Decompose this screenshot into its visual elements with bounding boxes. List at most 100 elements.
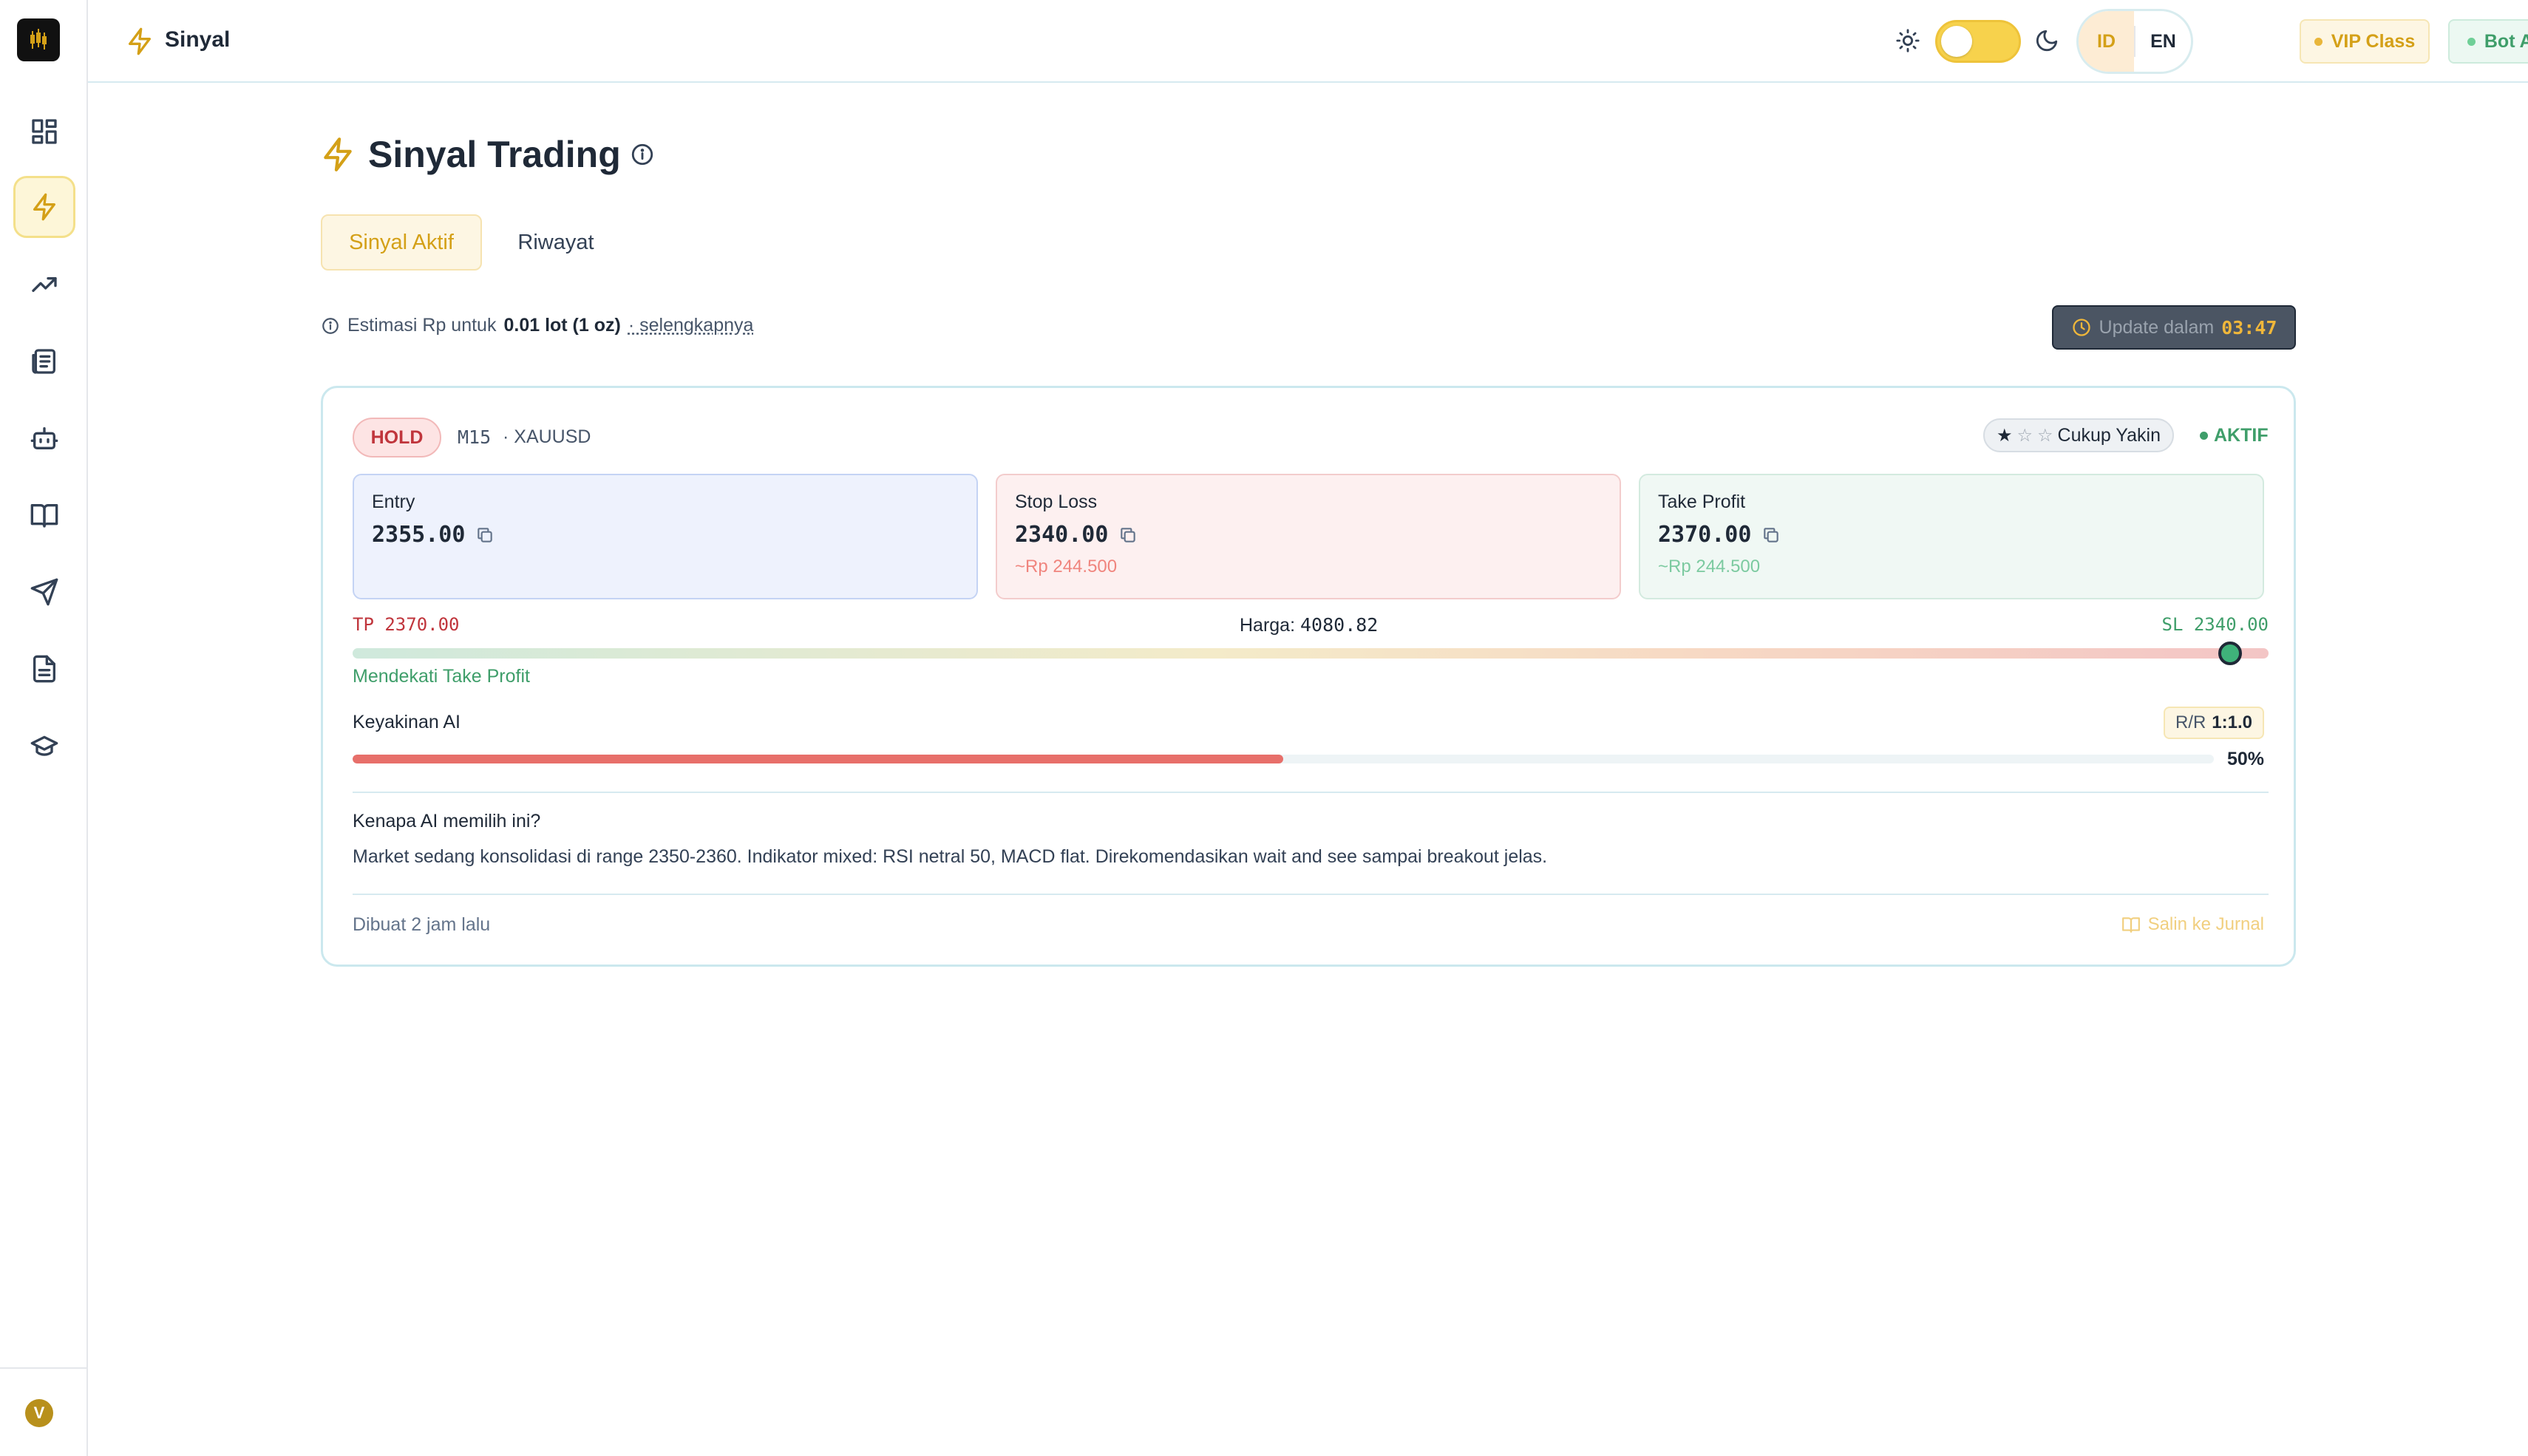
book-icon (30, 500, 59, 530)
bolt-icon (125, 27, 154, 56)
estimate-prefix: Estimasi Rp untuk (347, 315, 496, 336)
moon-icon (2034, 28, 2059, 53)
sidebar-item-journal[interactable] (13, 638, 75, 700)
dashboard-icon (30, 117, 59, 146)
info-icon (321, 316, 340, 336)
tab-active-signals[interactable]: Sinyal Aktif (321, 214, 482, 271)
rr-value: 1:1.0 (2212, 712, 2252, 733)
range-status: Mendekati Take Profit (353, 666, 530, 687)
signal-card: HOLD M15 · XAUUSD ★ ☆ ☆ Cukup Yakin AKTI… (321, 386, 2296, 967)
signal-status: AKTIF (2200, 425, 2269, 446)
sidebar-item-telegram[interactable] (13, 561, 75, 623)
bot-icon (30, 423, 59, 453)
vip-class-badge[interactable]: VIP Class (2300, 19, 2430, 64)
signal-action-badge: HOLD (353, 418, 441, 457)
sidebar: V (0, 0, 88, 1456)
lang-option-en[interactable]: EN (2135, 11, 2191, 72)
candlestick-logo-icon (24, 25, 53, 55)
take-profit-box: Take Profit 2370.00 ~Rp 244.500 (1639, 474, 2264, 599)
bolt-icon (30, 192, 59, 222)
trending-up-icon (30, 270, 59, 299)
bolt-icon (319, 136, 356, 173)
document-icon (30, 654, 59, 684)
copy-to-journal-button[interactable]: Salin ke Jurnal (2121, 914, 2264, 935)
sidebar-item-academy[interactable] (13, 715, 75, 777)
send-icon (30, 577, 59, 607)
lang-option-id[interactable]: ID (2079, 11, 2134, 72)
theme-toggle[interactable] (1935, 20, 2021, 63)
signal-timeframe: M15 (458, 426, 491, 448)
stop-loss-box: Stop Loss 2340.00 ~Rp 244.500 (996, 474, 1621, 599)
tp-label: Take Profit (1658, 491, 2245, 513)
entry-label: Entry (372, 491, 959, 513)
confidence-badge: ★ ☆ ☆ Cukup Yakin (1983, 418, 2174, 452)
bot-status-badge[interactable]: Bot Aktif (2448, 19, 2528, 64)
range-tp-label: TP 2370.00 (353, 614, 460, 635)
divider (353, 894, 2269, 895)
estimate-note: Estimasi Rp untuk 0.01 lot (1 oz) · sele… (321, 315, 753, 336)
range-sl-label: SL 2340.00 (2162, 614, 2269, 635)
language-switcher: ID EN (2076, 9, 2193, 74)
journal-label: Salin ke Jurnal (2148, 914, 2264, 935)
reason-text: Market sedang konsolidasi di range 2350-… (353, 846, 1547, 868)
tp-value-row: 2370.00 (1658, 522, 2245, 548)
status-label: AKTIF (2214, 425, 2269, 446)
harga-value: 4080.82 (1300, 614, 1378, 636)
sidebar-item-news[interactable] (13, 330, 75, 392)
estimate-lot: 0.01 lot (1 oz) (503, 315, 620, 336)
confidence-label: Cukup Yakin (2058, 425, 2161, 446)
copy-icon[interactable] (475, 525, 495, 545)
price-range-labels: TP 2370.00 Harga: 4080.82 SL 2340.00 (353, 614, 2269, 641)
sidebar-item-signal[interactable] (13, 176, 75, 238)
copy-icon[interactable] (1761, 525, 1781, 545)
bot-label: Bot Aktif (2484, 31, 2528, 52)
page-breadcrumb-title: Sinyal (165, 27, 230, 52)
sl-value: 2340.00 (1015, 522, 1108, 548)
entry-value: 2355.00 (372, 522, 465, 548)
avatar[interactable]: V (25, 1399, 53, 1427)
sidebar-footer: V (0, 1367, 86, 1456)
ai-confidence-bar (353, 755, 2214, 763)
entry-value-row: 2355.00 (372, 522, 959, 548)
topbar: Sinyal ID EN VIP Class Bot Aktif (88, 0, 2528, 83)
sidebar-item-dashboard[interactable] (13, 101, 75, 163)
page-title: Sinyal Trading (368, 133, 621, 176)
signal-pair: · XAUUSD (503, 426, 591, 448)
ai-confidence-percent: 50% (2227, 749, 2264, 770)
book-icon (2121, 915, 2141, 934)
star-empty-icon: ☆ (2037, 425, 2053, 446)
current-price: Harga: 4080.82 (1240, 614, 1378, 636)
sl-value-row: 2340.00 (1015, 522, 1602, 548)
ai-confidence-fill (353, 755, 1283, 763)
clock-icon (2071, 317, 2092, 338)
sl-rupiah: ~Rp 244.500 (1015, 557, 1602, 577)
star-empty-icon: ☆ (2017, 425, 2033, 446)
estimate-more-link[interactable]: · selengkapnya (628, 315, 754, 336)
sl-label: Stop Loss (1015, 491, 1602, 513)
bot-dot (2467, 38, 2476, 46)
divider (353, 792, 2269, 793)
price-range-bar (353, 648, 2269, 659)
theme-toggle-knob (1941, 26, 1972, 57)
copy-icon[interactable] (1118, 525, 1138, 545)
reason-title: Kenapa AI memilih ini? (353, 811, 540, 832)
update-time: 03:47 (2221, 317, 2277, 339)
vip-dot (2314, 38, 2323, 46)
update-label: Update dalam (2099, 317, 2215, 339)
tp-rupiah: ~Rp 244.500 (1658, 557, 2245, 577)
tp-value: 2370.00 (1658, 522, 1751, 548)
sidebar-item-guide[interactable] (13, 484, 75, 546)
sidebar-item-bot[interactable] (13, 407, 75, 469)
update-countdown-button[interactable]: Update dalam 03:47 (2052, 305, 2296, 350)
rr-label: R/R (2175, 712, 2206, 733)
info-icon[interactable] (630, 142, 655, 167)
price-position-marker (2218, 642, 2242, 665)
app-logo[interactable] (17, 18, 60, 61)
tab-history[interactable]: Riwayat (503, 214, 609, 271)
ai-confidence-label: Keyakinan AI (353, 712, 461, 733)
graduation-cap-icon (30, 731, 59, 761)
sidebar-item-analysis[interactable] (13, 254, 75, 316)
harga-label: Harga: (1240, 615, 1295, 636)
news-icon (30, 347, 59, 376)
entry-price-box: Entry 2355.00 (353, 474, 978, 599)
